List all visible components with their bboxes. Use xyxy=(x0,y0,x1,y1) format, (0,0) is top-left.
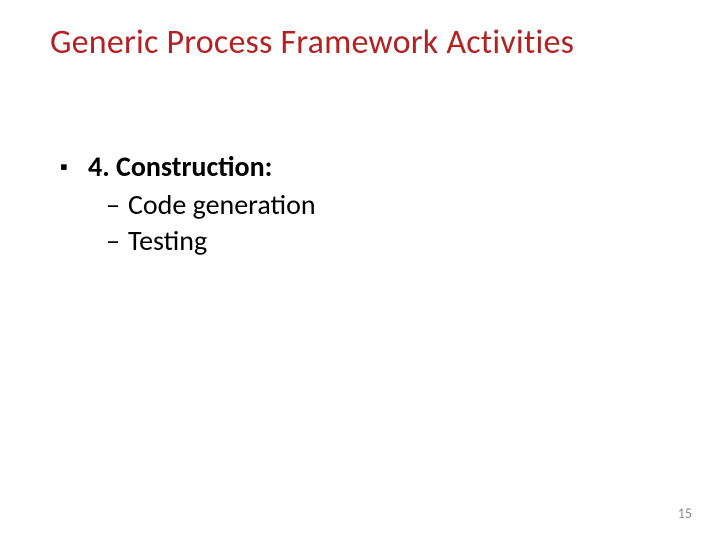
bullet-item-label: 4. Construction: xyxy=(88,150,272,184)
sub-item: – Testing xyxy=(106,224,680,258)
page-number: 15 xyxy=(678,505,692,522)
square-bullet-icon: ▪ xyxy=(60,150,74,184)
dash-icon: – xyxy=(106,188,120,222)
dash-icon: – xyxy=(106,224,120,258)
sub-item-label: Testing xyxy=(128,224,207,258)
sub-item: – Code generation xyxy=(106,188,680,222)
slide-title: Generic Process Framework Activities xyxy=(50,22,690,63)
bullet-item: ▪ 4. Construction: xyxy=(60,150,680,184)
sub-item-label: Code generation xyxy=(128,188,316,222)
slide-body: ▪ 4. Construction: – Code generation – T… xyxy=(60,150,680,260)
